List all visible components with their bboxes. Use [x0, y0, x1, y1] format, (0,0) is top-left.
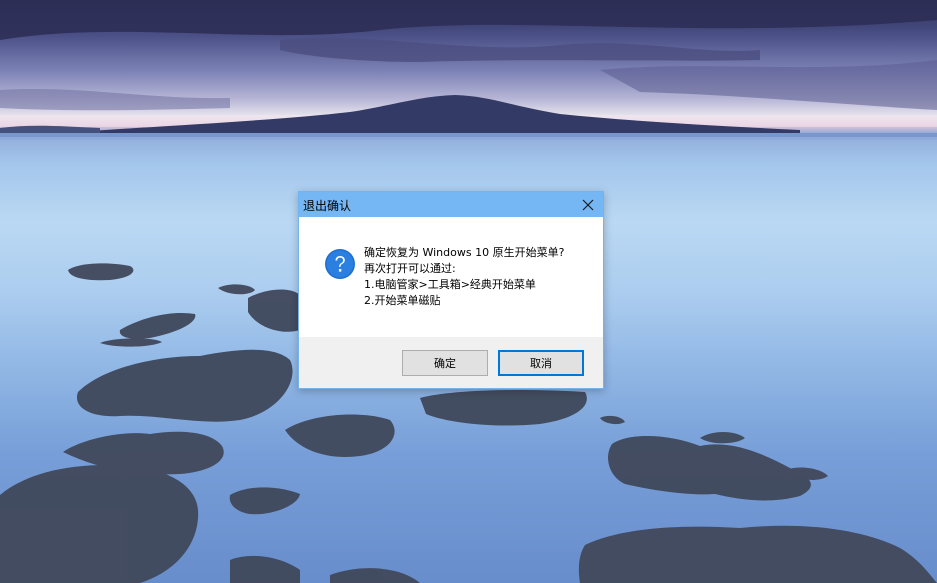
dialog-title: 退出确认	[303, 199, 352, 213]
question-icon	[325, 249, 355, 279]
ok-button[interactable]: 确定	[402, 350, 488, 376]
cloud-band	[0, 0, 937, 40]
dialog-footer: 确定 取消	[299, 337, 603, 388]
dialog-titlebar[interactable]: 退出确认	[299, 192, 603, 217]
cloud-band	[0, 88, 230, 111]
close-icon	[582, 199, 594, 210]
cloud-band	[280, 37, 760, 62]
cloud-band	[600, 60, 937, 110]
close-button[interactable]	[573, 192, 603, 217]
water-sheen	[0, 133, 937, 137]
message-line: 确定恢复为 Windows 10 原生开始菜单?	[364, 246, 565, 259]
exit-confirm-dialog: 退出确认 确定恢复为 Windows 10 原生开始菜单? 再次打开可以通过: …	[298, 191, 604, 389]
dialog-message: 确定恢复为 Windows 10 原生开始菜单? 再次打开可以通过: 1.电脑管…	[364, 245, 564, 309]
desktop: 退出确认 确定恢复为 Windows 10 原生开始菜单? 再次打开可以通过: …	[0, 0, 937, 583]
dialog-body: 确定恢复为 Windows 10 原生开始菜单? 再次打开可以通过: 1.电脑管…	[299, 217, 603, 337]
cancel-button[interactable]: 取消	[498, 350, 584, 376]
message-line: 再次打开可以通过:	[364, 262, 456, 275]
message-line: 2.开始菜单磁贴	[364, 294, 441, 307]
message-line: 1.电脑管家>工具箱>经典开始菜单	[364, 278, 536, 291]
